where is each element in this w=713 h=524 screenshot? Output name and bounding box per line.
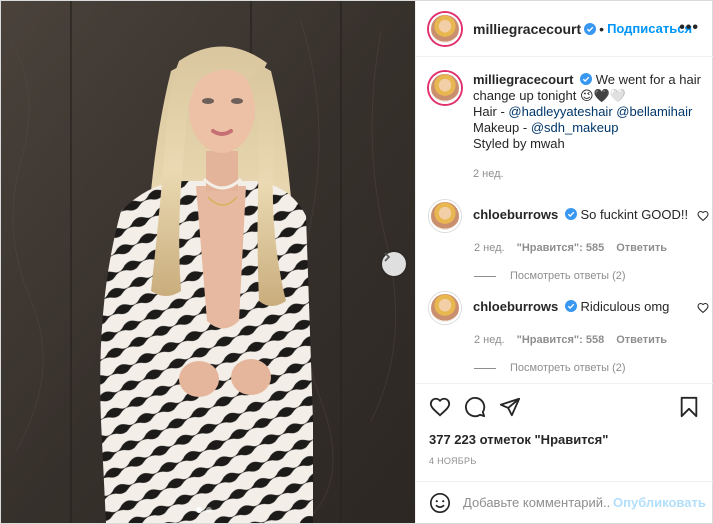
view-replies-label: Посмотреть ответы (2) bbox=[510, 362, 626, 374]
comment-reply-button[interactable]: Ответить bbox=[616, 334, 667, 346]
commenter-username[interactable]: chloeburrows bbox=[473, 299, 558, 314]
comment-text: Ridiculous omg bbox=[580, 299, 670, 314]
commenter-avatar[interactable] bbox=[429, 292, 461, 324]
caption-time: 2 нед. bbox=[473, 168, 504, 180]
action-bar bbox=[416, 383, 713, 433]
comment-time: 2 нед. bbox=[474, 334, 505, 346]
comment-heart-icon[interactable] bbox=[697, 302, 709, 314]
post-photo[interactable] bbox=[1, 1, 415, 523]
caption-hair-label: Hair - bbox=[473, 104, 509, 119]
post-header: milliegracecourt • Подписаться ••• bbox=[416, 1, 713, 57]
add-comment-bar: Опубликовать bbox=[416, 481, 713, 523]
more-icon[interactable]: ••• bbox=[679, 19, 699, 37]
comment-icon[interactable] bbox=[464, 396, 486, 418]
mention-link[interactable]: @bellamihair bbox=[616, 104, 692, 119]
comment-item: chloeburrows Ridiculous omg 2 нед. "Нрав… bbox=[429, 292, 709, 374]
emoji-icon[interactable] bbox=[429, 492, 451, 514]
comment-likes[interactable]: "Нравится": 558 bbox=[517, 334, 605, 346]
caption-styled: Styled by mwah bbox=[473, 136, 565, 151]
comment-text: So fuckint GOOD!! bbox=[580, 207, 689, 222]
comment-input[interactable] bbox=[463, 495, 611, 510]
comment-heart-icon[interactable] bbox=[697, 210, 709, 222]
carousel-dot-active bbox=[196, 507, 202, 513]
view-replies-button[interactable]: Посмотреть ответы (2) bbox=[474, 362, 705, 374]
commenter-avatar[interactable] bbox=[429, 200, 461, 232]
author-username[interactable]: milliegracecourt bbox=[473, 21, 581, 37]
mention-link[interactable]: @hadleyyateshair bbox=[508, 104, 612, 119]
caption-makeup-label: Makeup - bbox=[473, 120, 531, 135]
verified-badge-icon bbox=[580, 73, 593, 85]
comment-likes[interactable]: "Нравится": 585 bbox=[517, 242, 605, 254]
verified-badge-icon bbox=[564, 300, 577, 312]
author-avatar[interactable] bbox=[429, 12, 461, 45]
post-side-panel: milliegracecourt • Подписаться ••• milli… bbox=[415, 1, 713, 523]
commenter-username[interactable]: chloeburrows bbox=[473, 207, 558, 222]
bookmark-icon[interactable] bbox=[678, 396, 700, 418]
heart-icon[interactable] bbox=[429, 396, 451, 418]
carousel-dot bbox=[206, 507, 212, 513]
photo-illustration bbox=[1, 1, 415, 523]
post-date: 4 НОЯБРЬ bbox=[429, 456, 477, 466]
verified-badge-icon bbox=[584, 22, 597, 35]
publish-button[interactable]: Опубликовать bbox=[613, 495, 706, 510]
comment-item: chloeburrows So fuckint GOOD!! 2 нед. "Н… bbox=[429, 200, 709, 282]
post-dialog: milliegracecourt • Подписаться ••• milli… bbox=[0, 0, 713, 524]
post-caption: milliegracecourt We went for a hair chan… bbox=[429, 72, 705, 182]
comment-reply-button[interactable]: Ответить bbox=[616, 242, 667, 254]
header-separator: • bbox=[599, 20, 605, 37]
comment-time: 2 нед. bbox=[474, 242, 505, 254]
view-replies-label: Посмотреть ответы (2) bbox=[510, 270, 626, 282]
replies-line bbox=[474, 367, 496, 369]
verified-badge-icon bbox=[564, 208, 577, 220]
caption-username[interactable]: milliegracecourt bbox=[473, 72, 573, 87]
caption-avatar[interactable] bbox=[429, 72, 461, 104]
mention-link[interactable]: @sdh_makeup bbox=[531, 120, 619, 135]
comments-list: milliegracecourt We went for a hair chan… bbox=[416, 58, 713, 382]
share-icon[interactable] bbox=[499, 396, 521, 418]
replies-line bbox=[474, 275, 496, 277]
likes-count[interactable]: 377 223 отметок "Нравится" bbox=[429, 432, 608, 447]
chevron-right-icon bbox=[384, 252, 391, 262]
carousel-indicator bbox=[196, 507, 212, 513]
next-photo-button[interactable] bbox=[382, 252, 406, 276]
view-replies-button[interactable]: Посмотреть ответы (2) bbox=[474, 270, 705, 282]
